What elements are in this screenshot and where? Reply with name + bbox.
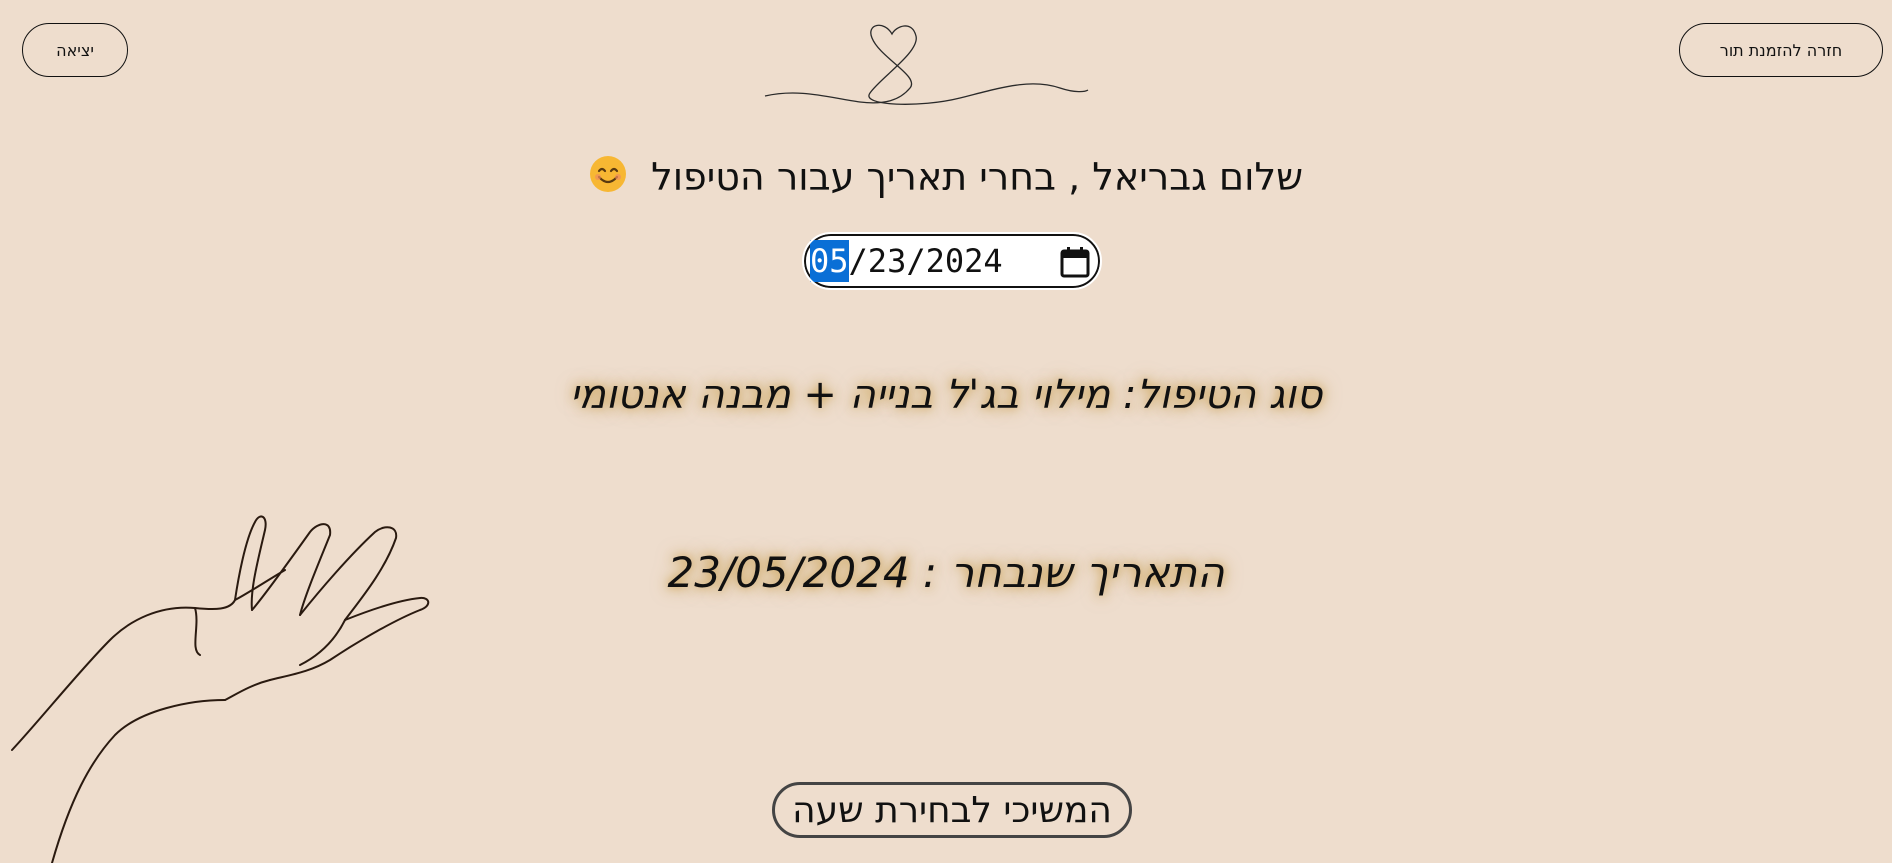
- hand-drawing-icon: [11, 515, 430, 863]
- back-to-booking-button[interactable]: חזרה להזמנת תור: [1679, 23, 1883, 77]
- date-month-segment[interactable]: 05: [810, 240, 849, 282]
- calendar-icon[interactable]: [1060, 246, 1090, 286]
- smiling-face-icon: [589, 153, 627, 207]
- logout-button[interactable]: יציאה: [22, 23, 128, 77]
- continue-to-time-button[interactable]: המשיכי לבחירת שעה: [772, 782, 1132, 838]
- greeting-text: שלום גבריאל , בחרי תאריך עבור הטיפול: [651, 155, 1303, 199]
- date-rest-segment[interactable]: /23/2024: [849, 242, 1003, 280]
- greeting-heading: שלום גבריאל , בחרי תאריך עבור הטיפול: [0, 150, 1892, 207]
- heart-ornament-icon: [764, 24, 1089, 105]
- date-input[interactable]: 05/23/2024: [802, 232, 1102, 290]
- treatment-type-label: סוג הטיפול: מילוי בג'ל בנייה + מבנה אנטו…: [569, 372, 1323, 418]
